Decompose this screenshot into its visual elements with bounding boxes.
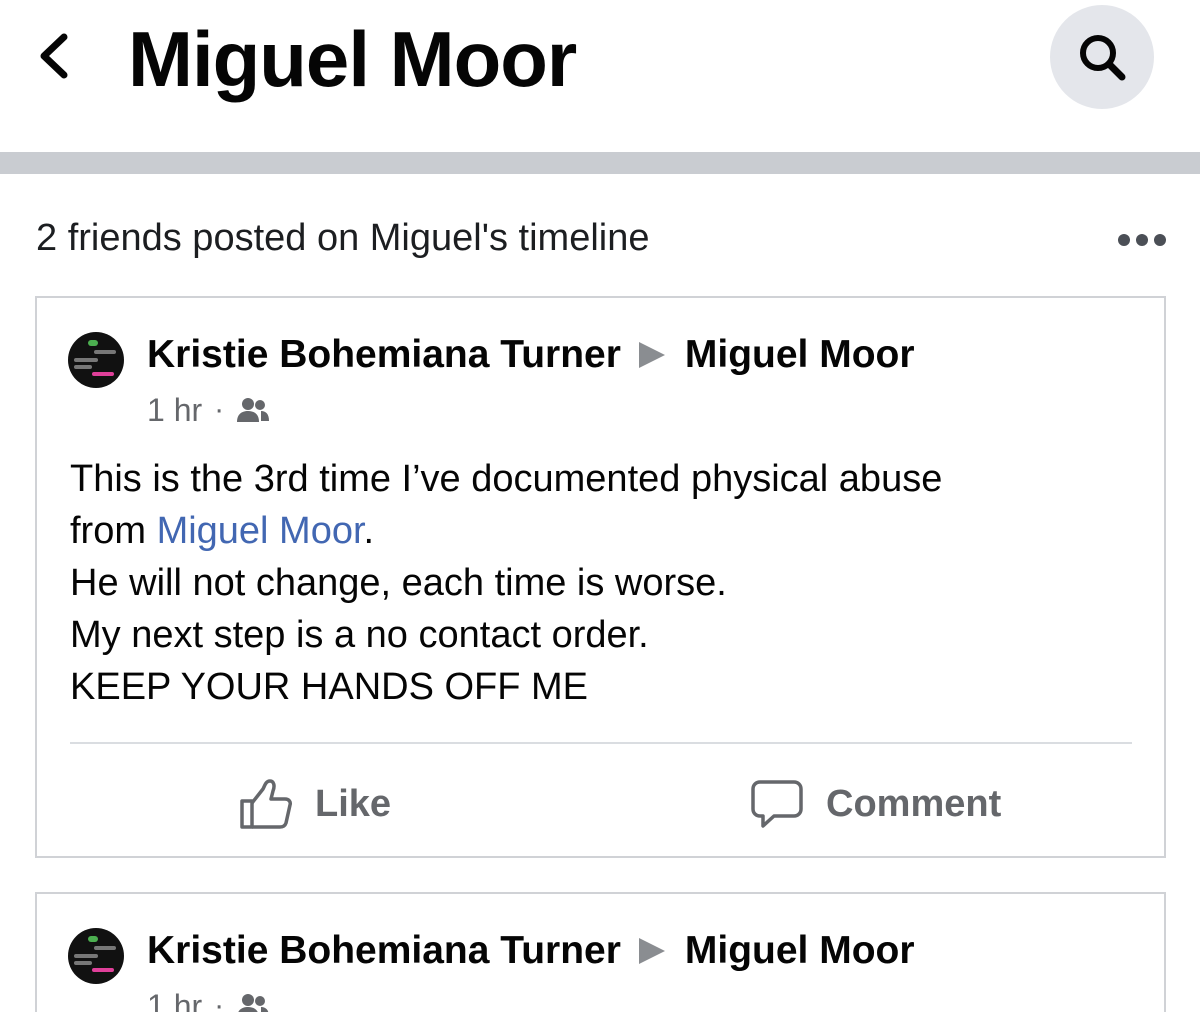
post-header-names: Kristie Bohemiana Turner Miguel Moor: [147, 928, 915, 974]
section-divider: [0, 152, 1200, 174]
post-text-fragment: from: [70, 510, 157, 552]
post-text-line: He will not change, each time is worse.: [70, 562, 727, 604]
chevron-left-icon: [40, 33, 68, 79]
like-button[interactable]: Like: [239, 776, 391, 832]
search-button[interactable]: [1050, 5, 1154, 109]
back-button[interactable]: [26, 28, 82, 84]
post-timestamp[interactable]: 1 hr: [147, 390, 202, 430]
avatar[interactable]: [68, 332, 124, 388]
post-text: This is the 3rd time I’ve documented phy…: [70, 453, 1140, 713]
post-text-fragment: .: [363, 510, 375, 552]
avatar[interactable]: [68, 928, 124, 984]
friends-icon: [237, 398, 270, 422]
post-header-names: Kristie Bohemiana Turner Miguel Moor: [147, 332, 915, 378]
comment-button[interactable]: Comment: [750, 776, 1001, 832]
thumbs-up-icon: [240, 779, 292, 829]
mention-link[interactable]: Miguel Moor: [157, 510, 364, 552]
more-dots-icon: [1154, 234, 1166, 246]
post-text-line: This is the 3rd time I’ve documented phy…: [70, 458, 943, 500]
target-name[interactable]: Miguel Moor: [685, 928, 915, 974]
like-label: Like: [315, 782, 392, 825]
comment-label: Comment: [826, 782, 1002, 825]
post-meta: 1 hr ·: [147, 390, 270, 430]
arrow-right-icon: [638, 938, 665, 964]
author-name[interactable]: Kristie Bohemiana Turner: [147, 928, 621, 974]
page-title: Miguel Moor: [128, 15, 577, 103]
meta-separator: ·: [214, 393, 225, 426]
arrow-right-icon: [638, 342, 665, 368]
target-name[interactable]: Miguel Moor: [685, 332, 915, 378]
post-meta: 1 hr ·: [147, 986, 270, 1012]
meta-separator: ·: [214, 989, 225, 1012]
search-icon: [1080, 35, 1126, 81]
post-text-line: from Miguel Moor.: [70, 505, 1140, 557]
timeline-post: Kristie Bohemiana Turner Miguel Moor 1 h…: [35, 296, 1166, 858]
post-text-line: My next step is a no contact order.: [70, 614, 649, 656]
timeline-post: Kristie Bohemiana Turner Miguel Moor 1 h…: [35, 892, 1166, 1012]
section-title: 2 friends posted on Miguel's timeline: [36, 217, 650, 259]
friends-icon: [238, 994, 269, 1012]
more-options-button[interactable]: [1112, 222, 1172, 258]
page-header: Miguel Moor: [0, 0, 1200, 152]
author-name[interactable]: Kristie Bohemiana Turner: [147, 332, 621, 378]
actions-divider: [70, 742, 1132, 744]
more-dots-icon: [1118, 234, 1130, 246]
more-dots-icon: [1136, 234, 1148, 246]
post-text-line: KEEP YOUR HANDS OFF ME: [70, 666, 589, 708]
post-timestamp[interactable]: 1 hr: [147, 986, 202, 1012]
comment-bubble-icon: [751, 780, 803, 828]
